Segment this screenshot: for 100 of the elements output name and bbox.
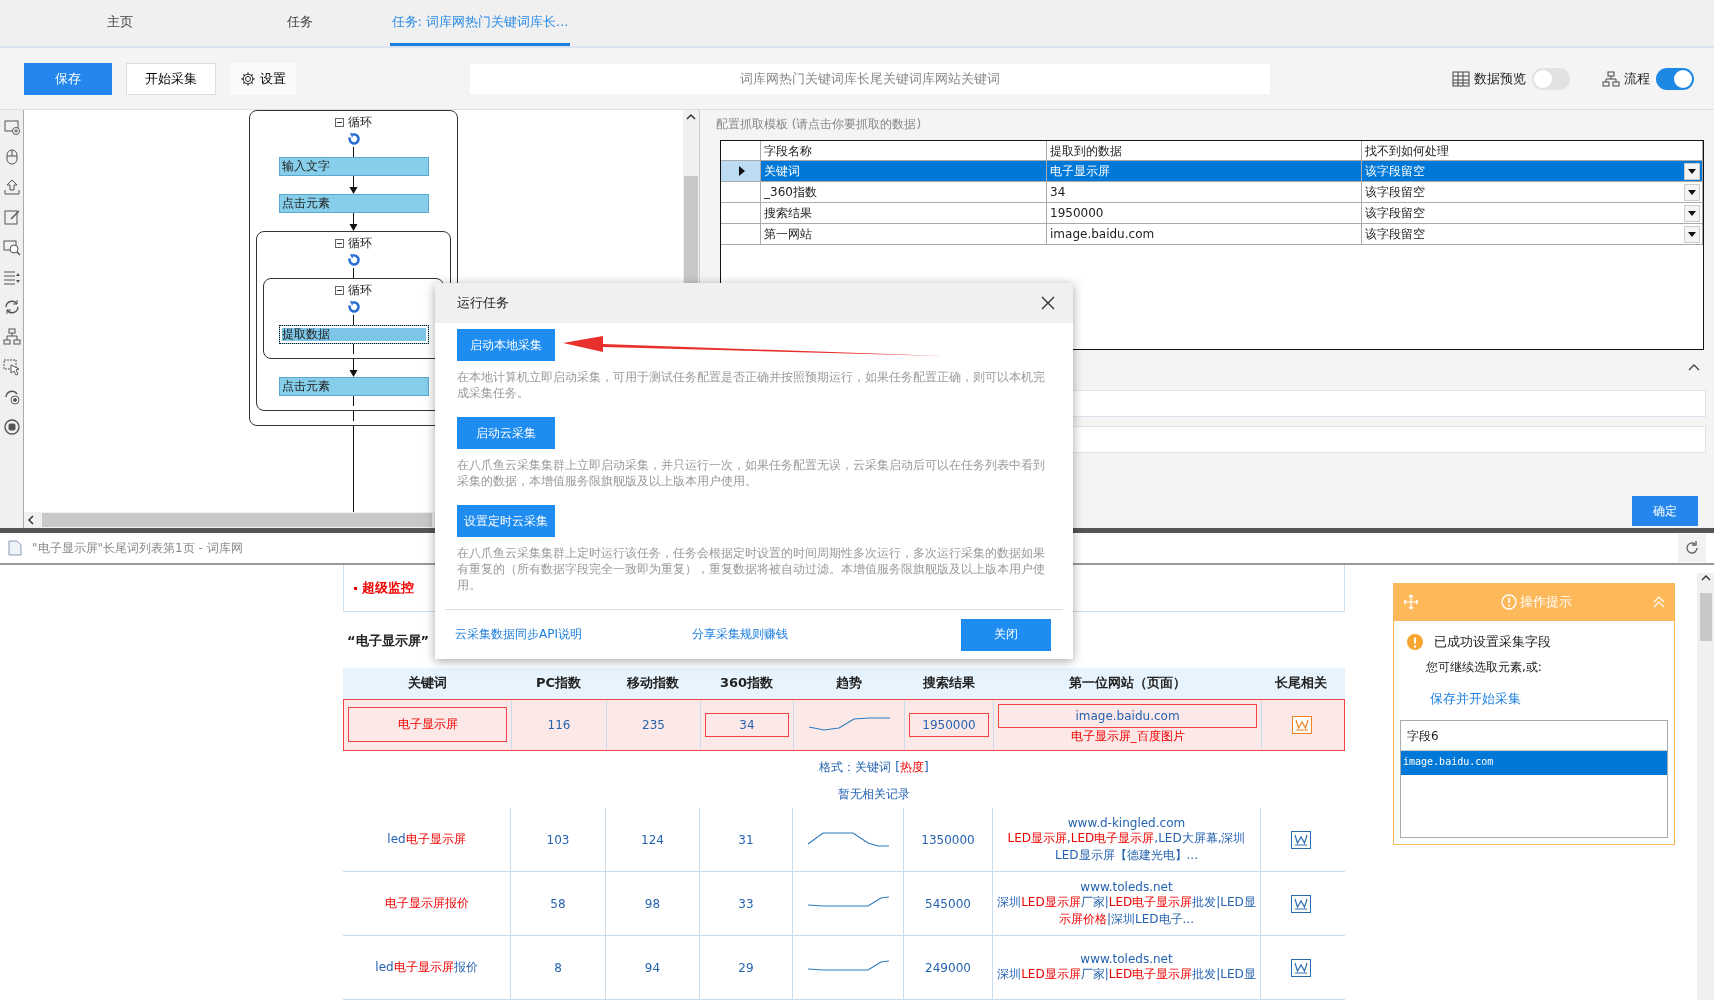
word-document-icon[interactable] — [1291, 894, 1311, 913]
table-cell: 关键词 — [761, 161, 1047, 181]
table-row[interactable]: 关键词 电子显示屏 该字段留空 — [721, 161, 1703, 182]
list-icon[interactable] — [2, 268, 21, 286]
save-and-start-link[interactable]: 保存并开始采集 — [1400, 676, 1668, 720]
confirm-button[interactable]: 确定 — [1632, 496, 1698, 526]
success-message: 已成功设置采集字段 — [1434, 633, 1551, 651]
table-cell-text: 该字段留空 — [1365, 184, 1425, 201]
task-title-field[interactable]: 词库网热门关键词库长尾关键词库网站关键词 — [470, 63, 1270, 94]
cursor-icon[interactable] — [2, 358, 21, 376]
settings-button[interactable]: 设置 — [230, 62, 296, 95]
scrollbar-thumb[interactable] — [1699, 593, 1712, 641]
list-item[interactable]: image.baidu.com — [1401, 751, 1667, 775]
step-node[interactable]: 点击元素 — [278, 377, 429, 396]
word-document-icon[interactable] — [1291, 830, 1311, 849]
loop-container[interactable]: 循环 循环 提取数据 点击元素 — [256, 231, 451, 411]
keyword-link[interactable]: led电子显示屏报价 — [375, 959, 478, 976]
keyword-link[interactable]: led电子显示屏 — [387, 831, 466, 849]
step-node[interactable]: 点击元素 — [278, 194, 429, 213]
dialog-title: 运行任务 — [457, 294, 509, 312]
collapse-up-icon[interactable] — [1688, 363, 1700, 371]
run-option-button[interactable]: 设置定时云采集 — [457, 505, 555, 537]
magnifier-icon[interactable] — [2, 238, 21, 256]
table-cell: 116 — [547, 717, 571, 732]
run-option-button[interactable]: 启动云采集 — [457, 417, 555, 449]
keyword-link[interactable]: 电子显示屏报价 — [384, 895, 469, 913]
table-cell: 电子显示屏 — [1047, 161, 1362, 181]
table-icon — [1452, 70, 1470, 87]
collapse-icon[interactable] — [335, 238, 344, 248]
table-cell-text: 该字段留空 — [1365, 226, 1425, 243]
stop-icon[interactable] — [2, 418, 21, 436]
refresh-icon[interactable] — [2, 298, 21, 316]
warning-icon — [1406, 633, 1424, 651]
collapse-icon[interactable] — [335, 117, 344, 127]
site-link[interactable]: www.toleds.net — [1080, 952, 1173, 966]
info-text: 格式：关键词 [热度] — [818, 758, 930, 777]
pencil-icon[interactable] — [2, 208, 21, 226]
connector-line — [353, 411, 354, 421]
save-button[interactable]: 保存 — [24, 62, 112, 95]
scroll-up-icon[interactable] — [1699, 573, 1712, 583]
scrollbar-thumb[interactable] — [42, 513, 432, 527]
help-link[interactable]: 分享采集规则赚钱 — [692, 626, 788, 643]
site-title-link[interactable]: LED显示屏,LED电子显示屏,LED大屏幕,深圳LED显示屏【德建光电】... — [993, 829, 1260, 864]
word-document-icon[interactable] — [1292, 715, 1312, 734]
table-cell: 124 — [641, 832, 664, 847]
site-title-link[interactable]: 深圳LED显示屏厂家|LED电子显示屏批发|LED显 — [993, 966, 1260, 983]
dropdown-icon[interactable] — [1688, 231, 1696, 237]
help-link[interactable]: 云采集数据同步API说明 — [455, 626, 582, 643]
upload-icon[interactable] — [2, 178, 21, 196]
loop-container[interactable]: 循环 提取数据 — [263, 278, 444, 359]
site-link[interactable]: image.baidu.com — [998, 704, 1257, 729]
tab[interactable]: 任务 — [210, 0, 390, 46]
hierarchy-icon[interactable] — [2, 328, 21, 346]
hint-panel-title: 操作提示 — [1519, 593, 1572, 611]
dropdown-icon[interactable] — [1688, 210, 1696, 216]
table-cell: 第一网站 — [761, 224, 1047, 244]
site-link[interactable]: www.toleds.net — [1080, 879, 1173, 894]
option-description: 在八爪鱼云采集集群上定时运行该任务，任务会根据定时设置的时间周期性多次运行，多次运行采集的数据如果有重复的（所有数据字段完全一致即为重复），重复数据将被自动过滤。本增值服务限旗舰版及以上版本用户使用。 — [457, 545, 1046, 593]
keyword-link[interactable]: 电子显示屏 — [348, 707, 507, 743]
loop-icon — [346, 132, 361, 146]
column-header: 第一位网站（页面） — [1067, 674, 1187, 693]
toggle-label: 数据预览 — [1474, 69, 1526, 88]
table-cell: 搜索结果 — [761, 203, 1047, 223]
table-cell: 34 — [705, 712, 789, 737]
refresh-icon[interactable] — [1684, 540, 1700, 556]
collapse-icon[interactable] — [335, 285, 344, 295]
table-row[interactable]: 第一网站 image.baidu.com 该字段留空 — [721, 224, 1703, 245]
toggle-switch[interactable] — [1656, 67, 1694, 90]
tab[interactable]: 主页 — [30, 0, 210, 46]
table-cell: 249000 — [925, 960, 971, 975]
step-node[interactable]: 提取数据 — [278, 325, 429, 344]
site-title-link[interactable]: 深圳LED显示屏厂家|LED电子显示屏批发|LED显 示屏价格|深圳LED电子... — [993, 893, 1260, 928]
loop-label: 循环 — [348, 113, 372, 131]
site-link[interactable]: www.d-kingled.com — [1067, 815, 1186, 830]
close-button[interactable]: 关闭 — [961, 618, 1051, 651]
site-title-link[interactable]: 电子显示屏_百度图片 — [1066, 728, 1189, 746]
connector-line — [353, 344, 354, 354]
word-document-icon[interactable] — [1291, 958, 1311, 977]
start-button[interactable]: 开始采集 — [126, 62, 216, 95]
page-title: "电子显示屏"长尾词列表第1页 - 词库网 — [32, 539, 243, 557]
hint-text: 您可继续选取元素,或: — [1425, 659, 1543, 676]
info-icon — [1500, 594, 1517, 610]
dropdown-icon[interactable] — [1688, 168, 1696, 174]
step-node[interactable]: 输入文字 — [278, 157, 429, 176]
table-cell: 1950000 — [909, 712, 989, 737]
close-icon[interactable] — [1041, 296, 1055, 310]
loop-container[interactable]: 循环 输入文字 点击元素 循环 循环 提取数据 点击元素 — [249, 110, 458, 426]
column-header: 移动指数 — [626, 674, 680, 693]
page-plus-icon[interactable] — [2, 118, 21, 136]
option-description: 在本地计算机立即启动采集，可用于测试任务配置是否正确并按照预期运行，如果任务配置正确，则可以本机完成采集任务。 — [457, 369, 1046, 401]
table-cell: 103 — [546, 832, 570, 847]
column-header: 搜索结果 — [921, 674, 976, 693]
run-option-button[interactable]: 启动本地采集 — [457, 329, 555, 361]
dropdown-icon[interactable] — [1688, 189, 1696, 195]
table-row[interactable]: 搜索结果 1950000 该字段留空 — [721, 203, 1703, 224]
table-row[interactable]: _360指数 34 该字段留空 — [721, 182, 1703, 203]
toggle-switch[interactable] — [1532, 67, 1570, 90]
refresh-target-icon[interactable] — [2, 388, 21, 406]
table-cell: 235 — [642, 717, 665, 732]
sidebar-link[interactable]: 超级监控 — [354, 578, 414, 597]
